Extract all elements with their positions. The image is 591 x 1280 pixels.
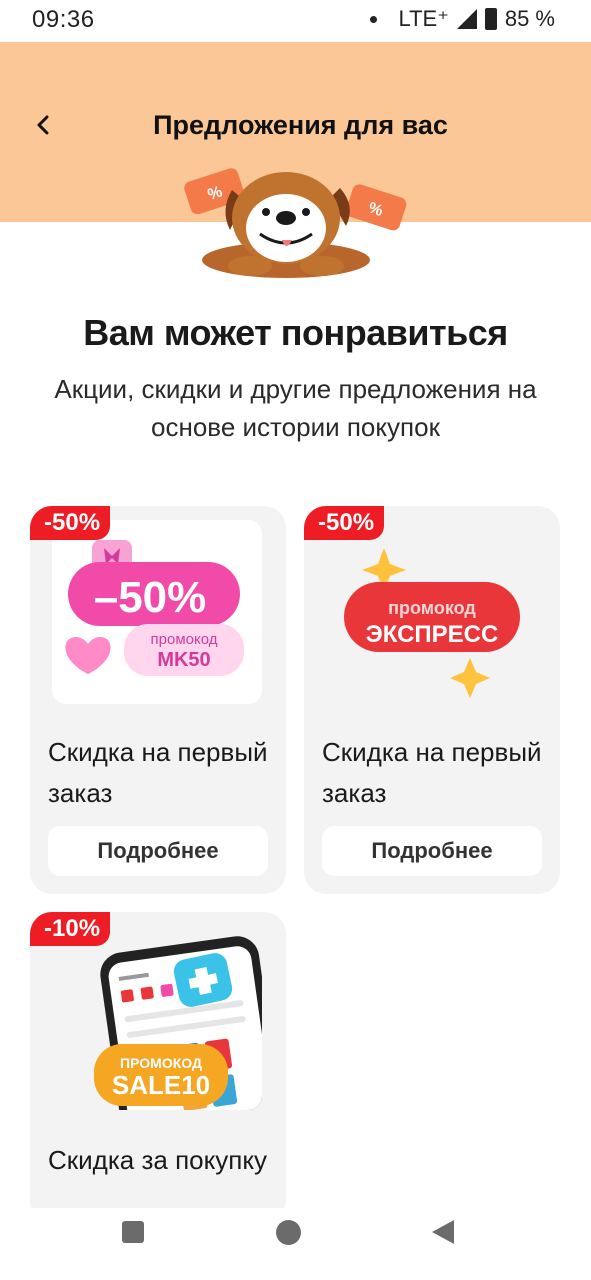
details-button[interactable]: Подробнее <box>322 826 542 876</box>
network-type: LTE⁺ <box>398 6 449 31</box>
discount-badge: -10% <box>30 912 111 946</box>
promo-big-text: –50% <box>94 573 207 622</box>
offer-card[interactable]: -50% промокод ЭКСПРЕСС Скидка на первый … <box>304 506 560 894</box>
nav-back-icon[interactable] <box>432 1220 454 1244</box>
page-title: Предложения для вас <box>153 110 448 140</box>
offer-title: Скидка на первый заказ <box>48 737 268 808</box>
nav-recents-icon[interactable] <box>122 1221 144 1243</box>
promo-label: промокод <box>151 631 218 648</box>
dog-mascot-illustration: % % <box>184 168 407 278</box>
offer-image: промокод ЭКСПРЕСС <box>326 520 536 704</box>
promo-code: ЭКСПРЕСС <box>366 621 499 648</box>
discount-badge: -50% <box>30 506 111 540</box>
offer-title: Скидка на первый заказ <box>322 737 542 808</box>
signal-icon <box>456 9 477 29</box>
promo-code: MK50 <box>157 649 210 671</box>
promo-code: SALE10 <box>112 1070 210 1100</box>
system-nav-bar <box>0 1208 591 1280</box>
offer-card[interactable]: -10% ПРОМОКОД SALE10 Скидка за покупку <box>30 912 286 1222</box>
nav-home-icon[interactable] <box>276 1220 301 1245</box>
promo-label: ПРОМОКОД <box>120 1055 202 1071</box>
status-bar: 09:36 LTE⁺ 85 % <box>0 0 591 42</box>
notification-dot-icon <box>369 15 377 23</box>
offer-image: ПРОМОКОД SALE10 <box>52 926 262 1110</box>
offer-image: –50% промокод MK50 <box>52 520 262 704</box>
promo-label: промокод <box>388 598 476 618</box>
offer-title: Скидка за покупку <box>48 1145 268 1175</box>
discount-badge: -50% <box>304 506 385 540</box>
battery-level: 85 % <box>504 6 555 31</box>
status-time: 09:36 <box>32 6 95 33</box>
section-heading: Вам может понравиться <box>83 312 508 353</box>
battery-icon <box>484 8 497 30</box>
status-indicators: LTE⁺ 85 % <box>369 6 555 32</box>
details-button[interactable]: Подробнее <box>48 826 268 876</box>
offer-card[interactable]: -50% –50% промокод MK50 Скидка на первый… <box>30 506 286 894</box>
section-subheading: Акции, скидки и другие предложения на ос… <box>54 374 537 442</box>
